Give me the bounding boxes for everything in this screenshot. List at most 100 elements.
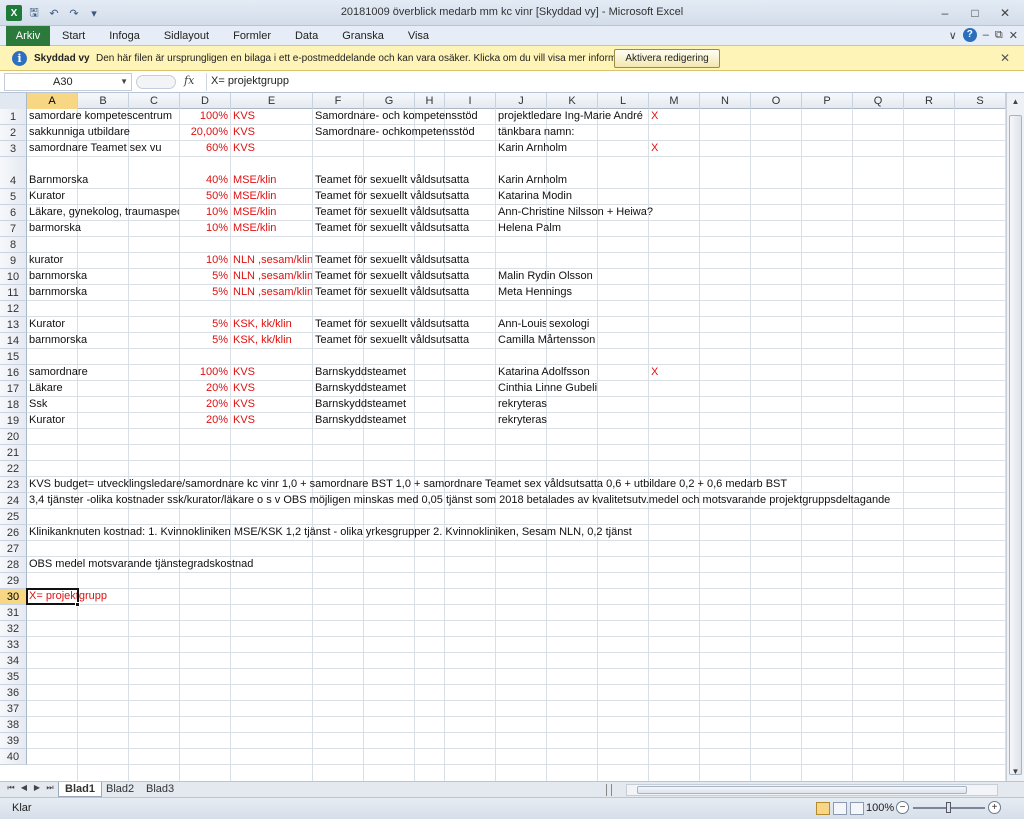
tab-split-handle[interactable] — [606, 784, 612, 796]
cell-f16[interactable]: Barnskyddsteamet — [315, 365, 495, 380]
row-header-8[interactable]: 8 — [0, 237, 27, 253]
maximize-icon[interactable]: □ — [960, 4, 990, 22]
cell-e9[interactable]: NLN ,sesam/klin — [233, 253, 312, 268]
column-header-l[interactable]: L — [598, 93, 649, 109]
row-header-23[interactable]: 23 — [0, 477, 27, 493]
row-header-30[interactable]: 30 — [0, 589, 27, 605]
cell-j1[interactable]: projektledare Ing-Marie André — [498, 109, 648, 124]
row-header-3[interactable]: 3 — [0, 141, 27, 157]
row-header-35[interactable]: 35 — [0, 669, 27, 685]
chevron-down-icon[interactable]: ▼ — [120, 74, 128, 90]
cell-a18[interactable]: Ssk — [29, 397, 179, 412]
column-header-c[interactable]: C — [129, 93, 180, 109]
cell-m16[interactable]: X — [651, 365, 658, 380]
cell-a10[interactable]: barnmorska — [29, 269, 179, 284]
column-header-g[interactable]: G — [364, 93, 415, 109]
zoom-in-icon[interactable]: + — [988, 801, 1001, 814]
row-header-33[interactable]: 33 — [0, 637, 27, 653]
cell-f18[interactable]: Barnskyddsteamet — [315, 397, 495, 412]
active-cell-indicator[interactable] — [26, 588, 79, 605]
column-header-o[interactable]: O — [751, 93, 802, 109]
cell-f7[interactable]: Teamet för sexuellt våldsutsatta — [315, 221, 495, 236]
cell-a17[interactable]: Läkare — [29, 381, 179, 396]
cell-d9[interactable]: 10% — [180, 253, 228, 268]
row-header-15[interactable]: 15 — [0, 349, 27, 365]
cell-j4[interactable]: Karin Arnholm — [498, 173, 567, 188]
close-icon[interactable]: ✕ — [990, 4, 1020, 22]
cell-a7[interactable]: barmorska — [29, 221, 179, 236]
row-header-24[interactable]: 24 — [0, 493, 27, 509]
row-header-4[interactable]: 4 — [0, 157, 27, 189]
scroll-up-icon[interactable]: ▲ — [1007, 95, 1024, 109]
zoom-slider-thumb[interactable] — [946, 802, 951, 813]
column-header-b[interactable]: B — [78, 93, 129, 109]
cell-a1[interactable]: samordare kompetescentrum — [29, 109, 179, 124]
formula-bar-resize-handle[interactable] — [136, 75, 176, 89]
cell-e18[interactable]: KVS — [233, 397, 312, 412]
cell-e11[interactable]: NLN ,sesam/klin — [233, 285, 312, 300]
cell-f6[interactable]: Teamet för sexuellt våldsutsatta — [315, 205, 495, 220]
cell-a2[interactable]: sakkunniga utbildare — [29, 125, 179, 140]
cell-a11[interactable]: barnmorska — [29, 285, 179, 300]
sheet-tab-blad2[interactable]: Blad2 — [100, 782, 140, 797]
column-header-i[interactable]: I — [445, 93, 496, 109]
cell-k13[interactable]: sexologi — [549, 317, 589, 332]
cell-e4[interactable]: MSE/klin — [233, 173, 312, 188]
row-header-14[interactable]: 14 — [0, 333, 27, 349]
cell-f10[interactable]: Teamet för sexuellt våldsutsatta — [315, 269, 495, 284]
cell-j18[interactable]: rekryteras — [498, 397, 547, 412]
cell-a16[interactable]: samordnare — [29, 365, 179, 380]
tab-infoga[interactable]: Infoga — [97, 26, 152, 46]
sheet-tab-blad1[interactable]: Blad1 — [58, 782, 102, 797]
cell-e10[interactable]: NLN ,sesam/klin — [233, 269, 312, 284]
row-header-27[interactable]: 27 — [0, 541, 27, 557]
cell-d2[interactable]: 20,00% — [180, 125, 228, 140]
column-header-r[interactable]: R — [904, 93, 955, 109]
cell-d3[interactable]: 60% — [180, 141, 228, 156]
scroll-down-icon[interactable]: ▼ — [1007, 765, 1024, 779]
doc-close-icon[interactable]: ✕ — [1009, 29, 1018, 42]
cell-a4[interactable]: Barnmorska — [29, 173, 179, 188]
cell-e6[interactable]: MSE/klin — [233, 205, 312, 220]
cell-j13[interactable]: Ann-Louise Larsson — [498, 317, 546, 332]
row-header-18[interactable]: 18 — [0, 397, 27, 413]
cell-j16[interactable]: Katarina Adolfsson — [498, 365, 648, 380]
column-header-j[interactable]: J — [496, 93, 547, 109]
cell-e13[interactable]: KSK, kk/klin — [233, 317, 312, 332]
close-icon[interactable]: ✕ — [1000, 51, 1010, 65]
tab-start[interactable]: Start — [50, 26, 97, 46]
cell-j14[interactable]: Camilla Mårtensson — [498, 333, 595, 348]
cell-d13[interactable]: 5% — [180, 317, 228, 332]
row-header-1[interactable]: 1 — [0, 109, 27, 125]
cell-j7[interactable]: Helena Palm — [498, 221, 561, 236]
cell-d18[interactable]: 20% — [180, 397, 228, 412]
next-sheet-icon[interactable]: ▶ — [32, 783, 42, 793]
cell-e19[interactable]: KVS — [233, 413, 312, 428]
doc-restore-icon[interactable]: ⧉ — [995, 29, 1003, 42]
cell-j2[interactable]: tänkbara namn: — [498, 125, 574, 140]
column-header-f[interactable]: F — [313, 93, 364, 109]
insert-function-icon[interactable]: fx — [184, 74, 194, 87]
cell-f11[interactable]: Teamet för sexuellt våldsutsatta — [315, 285, 495, 300]
row-header-36[interactable]: 36 — [0, 685, 27, 701]
row-header-34[interactable]: 34 — [0, 653, 27, 669]
cell-a6[interactable]: Läkare, gynekolog, traumaspec — [29, 205, 179, 220]
row-header-10[interactable]: 10 — [0, 269, 27, 285]
row-header-38[interactable]: 38 — [0, 717, 27, 733]
sheet-tab-blad3[interactable]: Blad3 — [140, 782, 180, 797]
select-all-corner[interactable] — [0, 93, 27, 109]
cell-a24[interactable]: 3,4 tjänster -olika kostnader ssk/kurato… — [29, 493, 890, 508]
column-header-e[interactable]: E — [231, 93, 313, 109]
tab-granska[interactable]: Granska — [330, 26, 396, 46]
row-header-37[interactable]: 37 — [0, 701, 27, 717]
cell-f19[interactable]: Barnskyddsteamet — [315, 413, 495, 428]
cell-e2[interactable]: KVS — [233, 125, 312, 140]
tab-visa[interactable]: Visa — [396, 26, 441, 46]
row-header-7[interactable]: 7 — [0, 221, 27, 237]
cell-a5[interactable]: Kurator — [29, 189, 179, 204]
fill-handle[interactable] — [75, 602, 80, 607]
cell-e16[interactable]: KVS — [233, 365, 312, 380]
tab-data[interactable]: Data — [283, 26, 330, 46]
name-box[interactable]: A30 ▼ — [4, 73, 132, 91]
help-icon[interactable]: ? — [962, 28, 977, 42]
